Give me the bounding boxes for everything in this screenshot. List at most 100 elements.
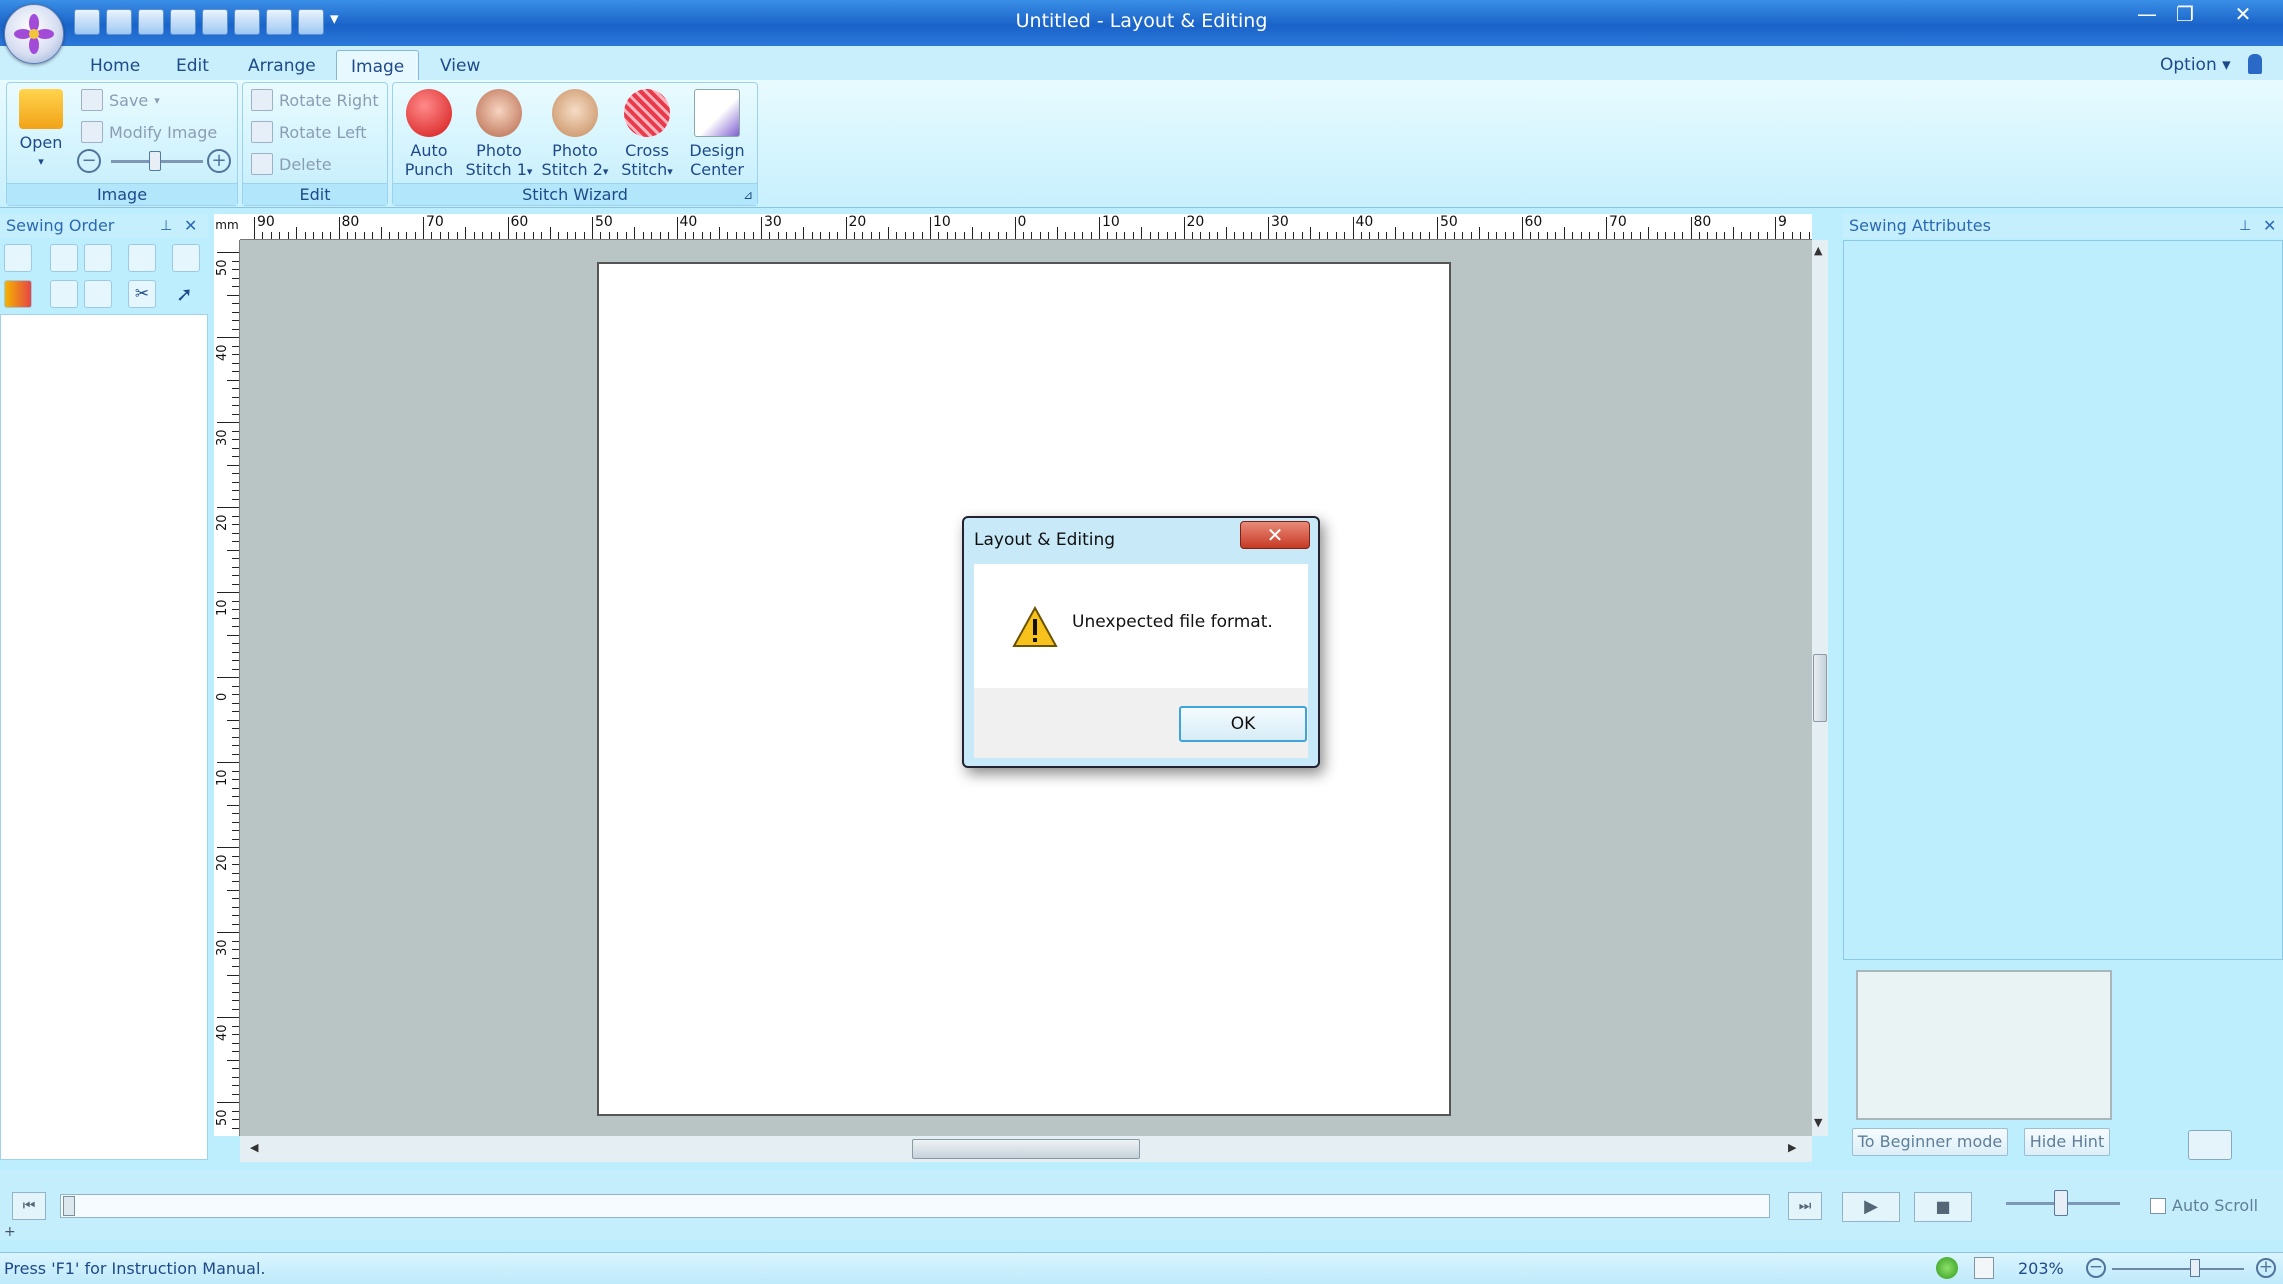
scroll-up-icon[interactable]: ▲ xyxy=(1814,244,1822,257)
close-panel-icon[interactable]: ✕ xyxy=(184,214,197,238)
ruler-tick xyxy=(997,232,999,239)
horizontal-scroll-thumb[interactable] xyxy=(912,1139,1140,1159)
slider-thumb[interactable] xyxy=(149,151,161,171)
save-button[interactable]: Save ▾ xyxy=(81,86,160,114)
pin-icon[interactable]: ⊥ xyxy=(160,214,172,238)
zoom-slider-thumb[interactable] xyxy=(2190,1259,2200,1277)
option-menu[interactable]: Option ▾ xyxy=(2160,50,2231,75)
close-window-button[interactable]: ✕ xyxy=(2224,2,2262,28)
ruler-tick xyxy=(227,974,239,976)
ruler-tick xyxy=(727,232,729,239)
ruler-tick xyxy=(232,906,239,908)
ungroup-icon[interactable] xyxy=(84,280,112,308)
dialog-close-button[interactable]: ✕ xyxy=(1240,521,1310,549)
ruler-label: 20 xyxy=(215,854,230,871)
rotate-left-button[interactable]: Rotate Left xyxy=(251,118,367,146)
quick-access-toolbar: ▾ xyxy=(74,9,344,37)
ruler-tick xyxy=(575,232,577,239)
zoom-in-icon[interactable]: + xyxy=(2256,1258,2276,1278)
scroll-left-icon[interactable]: ◀ xyxy=(250,1141,258,1154)
photo-stitch-2-button[interactable]: Photo Stitch 2▾ xyxy=(537,89,613,181)
ruler-tick xyxy=(227,634,239,636)
vertical-scroll-thumb[interactable] xyxy=(1813,654,1827,722)
tab-home[interactable]: Home xyxy=(76,50,154,80)
play-icon[interactable]: ▶ xyxy=(1842,1192,1900,1222)
page-icon[interactable] xyxy=(1974,1257,1994,1279)
restore-button[interactable]: ❐ xyxy=(2166,2,2204,28)
delete-button[interactable]: Delete xyxy=(251,150,332,178)
undo-icon[interactable] xyxy=(202,9,228,35)
ruler-tick xyxy=(896,232,898,239)
expand-icon[interactable]: + xyxy=(4,1224,16,1240)
photo-stitch-1-button[interactable]: Photo Stitch 1▾ xyxy=(461,89,537,181)
new-icon[interactable] xyxy=(74,9,100,35)
vertical-scrollbar[interactable]: ▲ ▼ xyxy=(1812,240,1828,1136)
card-icon[interactable] xyxy=(298,9,324,35)
close-panel-icon[interactable]: ✕ xyxy=(2263,214,2276,238)
cross-stitch-button[interactable]: Cross Stitch▾ xyxy=(613,89,681,181)
scroll-down-icon[interactable]: ▼ xyxy=(1814,1116,1822,1129)
zoom-level: 203% xyxy=(2018,1259,2064,1278)
auto-punch-button[interactable]: Auto Punch xyxy=(397,89,461,179)
stitch-simulator-bar: ⏮ ⏭ ▶ ■ Auto Scroll + xyxy=(0,1170,2283,1240)
stop-icon[interactable]: ■ xyxy=(1914,1192,1972,1222)
ruler-tick xyxy=(1386,232,1388,239)
lock-icon[interactable] xyxy=(128,244,156,272)
ruler-tick xyxy=(232,277,239,279)
ruler-tick xyxy=(313,232,315,239)
qat-dropdown-icon[interactable]: ▾ xyxy=(330,9,344,35)
progress-thumb[interactable] xyxy=(63,1196,75,1216)
speed-slider-thumb[interactable] xyxy=(2054,1190,2068,1216)
scissors-icon[interactable]: ✂ xyxy=(128,280,156,308)
network-icon[interactable] xyxy=(1936,1257,1958,1279)
progress-track[interactable] xyxy=(60,1194,1770,1218)
tab-view[interactable]: View xyxy=(426,50,494,80)
machine-icon[interactable] xyxy=(2188,1130,2232,1160)
zoom-out-icon[interactable]: − xyxy=(2086,1258,2106,1278)
ruler-tick xyxy=(232,583,239,585)
ruler-tick xyxy=(232,600,239,602)
skip-end-icon[interactable]: ⏭ xyxy=(1788,1192,1822,1220)
open-button[interactable]: Open ▾ xyxy=(13,89,69,171)
ruler-tick xyxy=(217,932,239,933)
ok-button[interactable]: OK xyxy=(1179,706,1307,742)
zoom-out-icon[interactable]: − xyxy=(77,149,101,173)
beginner-mode-button[interactable]: To Beginner mode xyxy=(1852,1128,2008,1156)
redo-icon[interactable] xyxy=(234,9,260,35)
skip-start-icon[interactable]: ⏮ xyxy=(12,1192,46,1220)
design-center-button[interactable]: Design Center xyxy=(683,89,751,179)
application-menu-button[interactable] xyxy=(4,4,64,64)
frame-icon[interactable] xyxy=(172,244,200,272)
open-folder-icon[interactable] xyxy=(138,9,164,35)
auto-scroll-checkbox[interactable] xyxy=(2150,1198,2166,1214)
fit-icon[interactable] xyxy=(4,244,32,272)
modify-image-button[interactable]: Modify Image xyxy=(81,118,217,146)
zoom-slider[interactable] xyxy=(2112,1268,2244,1270)
group-launcher-icon[interactable]: ⊿ xyxy=(743,188,753,202)
sewing-order-list[interactable] xyxy=(0,314,208,1160)
pin-icon[interactable]: ⊥ xyxy=(2239,214,2251,238)
new-page-icon[interactable] xyxy=(106,9,132,35)
save-icon[interactable] xyxy=(170,9,196,35)
tab-image[interactable]: Image xyxy=(336,50,420,80)
tab-edit[interactable]: Edit xyxy=(162,50,223,80)
ruler-tick xyxy=(676,217,678,239)
rotate-right-button[interactable]: Rotate Right xyxy=(251,86,379,114)
pointer-icon[interactable]: ➚ xyxy=(176,282,198,308)
auto-punch-label-2: Punch xyxy=(404,160,454,179)
move-down-icon[interactable] xyxy=(84,244,112,272)
group-icon[interactable] xyxy=(50,280,78,308)
ruler-label: 10 xyxy=(215,599,230,616)
move-up-icon[interactable] xyxy=(50,244,78,272)
color-sort-icon[interactable] xyxy=(4,280,32,308)
zoom-in-icon[interactable]: + xyxy=(207,149,231,173)
hide-hint-button[interactable]: Hide Hint xyxy=(2024,1128,2110,1156)
scroll-right-icon[interactable]: ▶ xyxy=(1788,1141,1796,1154)
user-icon[interactable] xyxy=(2248,54,2262,74)
send-icon[interactable] xyxy=(266,9,292,35)
ruler-label: 30 xyxy=(215,429,230,446)
minimize-button[interactable]: — xyxy=(2128,2,2166,28)
horizontal-scrollbar[interactable]: ◀ ▶ xyxy=(240,1136,1812,1162)
ruler-tick xyxy=(456,232,458,239)
tab-arrange[interactable]: Arrange xyxy=(234,50,330,80)
